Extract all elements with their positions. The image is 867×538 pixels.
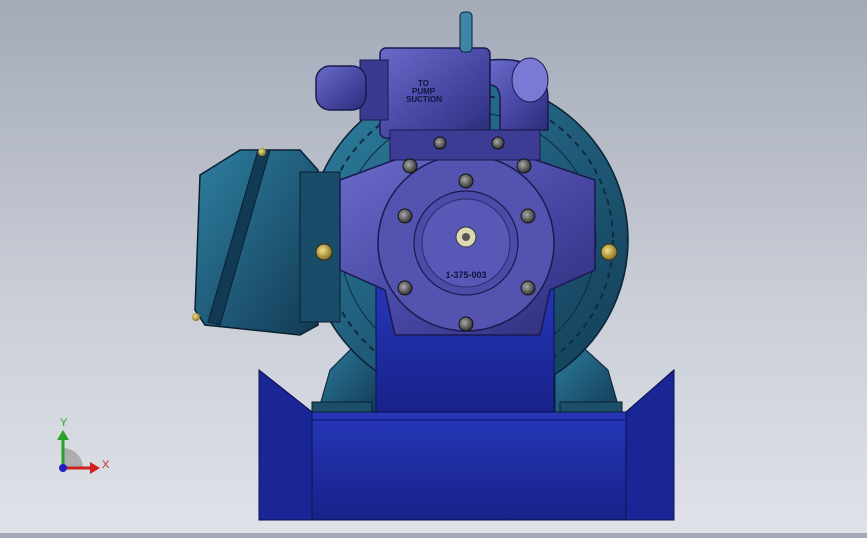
model-canvas[interactable]: TO PUMP SUCTION 1-375-003 Y X <box>0 0 867 533</box>
part-number: 1-375-003 <box>445 270 486 280</box>
shaft-plug <box>455 226 477 248</box>
terminal-box <box>192 148 341 336</box>
x-axis-label: X <box>102 459 110 471</box>
z-axis-icon <box>59 464 67 472</box>
triad-plane-icon <box>63 448 83 468</box>
x-arrow-icon <box>90 462 100 474</box>
y-arrow-icon <box>57 430 69 440</box>
cad-viewport[interactable]: TO PUMP SUCTION 1-375-003 Y X <box>0 0 867 533</box>
y-axis-label: Y <box>60 417 68 429</box>
coordinate-triad[interactable]: Y X <box>57 417 110 474</box>
suction-label-line3: SUCTION <box>406 95 442 104</box>
